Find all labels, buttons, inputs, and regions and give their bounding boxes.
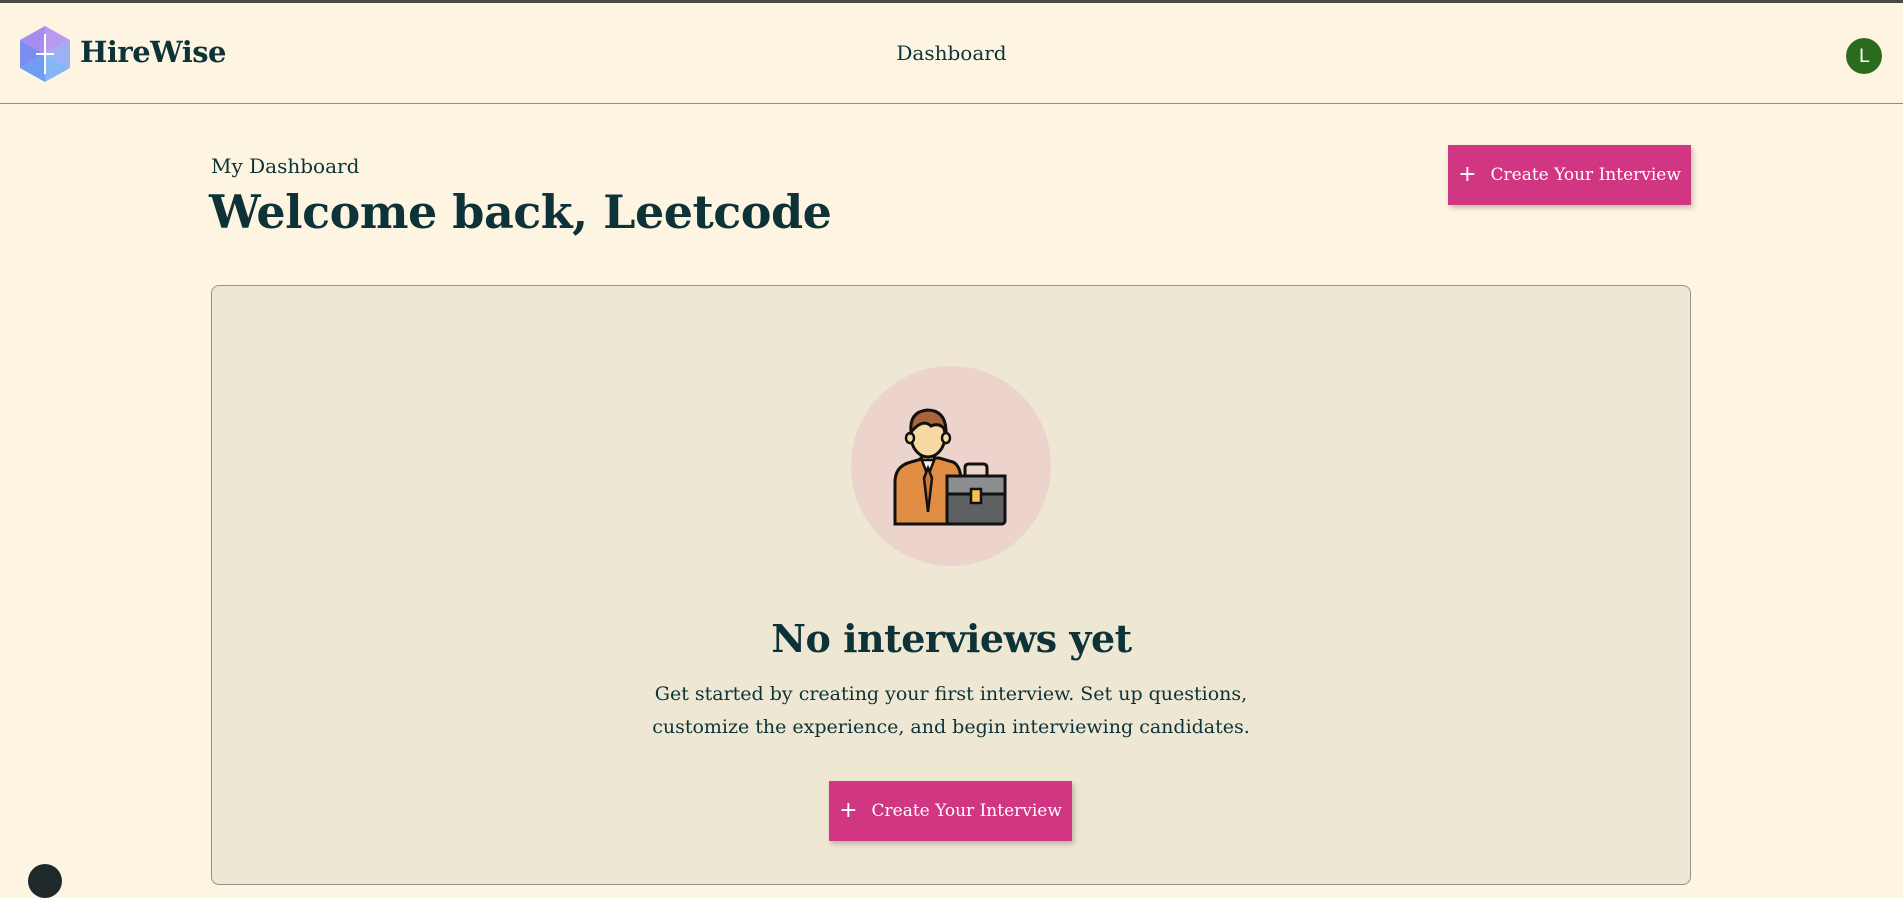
plus-icon: + <box>839 798 858 823</box>
create-first-interview-button[interactable]: + Create Your Interview <box>829 781 1072 841</box>
top-navbar: HireWise Dashboard L <box>0 3 1903 104</box>
create-interview-button[interactable]: + Create Your Interview <box>1448 145 1691 205</box>
empty-state-title: No interviews yet <box>771 616 1132 661</box>
create-interview-label: Create Your Interview <box>871 801 1062 821</box>
avatar[interactable]: L <box>1846 38 1882 74</box>
page-subtitle: My Dashboard <box>211 154 360 178</box>
floating-help-button[interactable] <box>28 864 62 898</box>
nav-dashboard-link[interactable]: Dashboard <box>0 41 1903 65</box>
businessman-briefcase-icon <box>893 408 1007 526</box>
page-title: Welcome back, Leetcode <box>209 185 832 239</box>
plus-icon: + <box>1458 162 1477 187</box>
empty-state-description: Get started by creating your first inter… <box>652 683 1250 738</box>
create-interview-label: Create Your Interview <box>1490 165 1681 185</box>
empty-state-illustration <box>851 366 1051 566</box>
